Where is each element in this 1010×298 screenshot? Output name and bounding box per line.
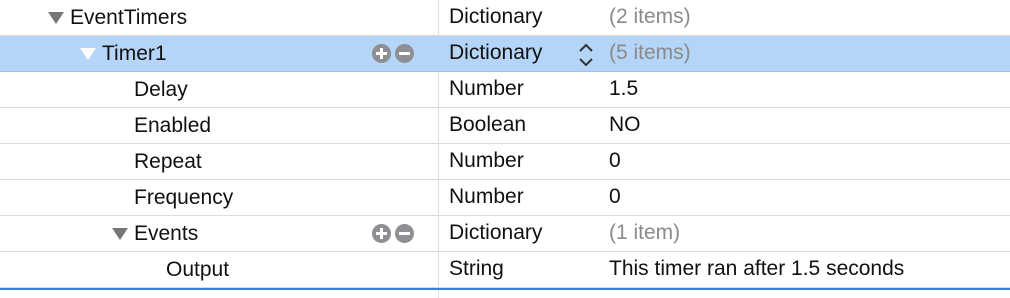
disclosure-triangle-icon[interactable] <box>112 228 128 240</box>
row-key: Enabled <box>134 114 212 137</box>
row-type[interactable]: Boolean <box>449 108 526 144</box>
key-cell: Timer1 <box>80 36 167 72</box>
row-type[interactable]: Dictionary <box>449 0 542 36</box>
row-value: (1 item) <box>609 221 681 244</box>
row-type[interactable]: Dictionary <box>449 216 542 252</box>
plist-row-frequency[interactable]: Frequency Number 0 <box>0 180 1010 216</box>
row-value: (2 items) <box>609 5 691 28</box>
row-key: Delay <box>134 78 188 101</box>
row-key: Timer1 <box>102 42 167 65</box>
plist-row-delay[interactable]: Delay Number 1.5 <box>0 72 1010 108</box>
row-value: (5 items) <box>609 41 691 64</box>
row-key: Output <box>166 258 230 281</box>
row-key: Events <box>134 222 199 245</box>
row-type[interactable]: Dictionary <box>449 36 542 72</box>
row-type[interactable]: Number <box>449 72 524 108</box>
row-key: Repeat <box>134 150 202 173</box>
key-cell: Events <box>112 216 198 252</box>
minus-circle-icon[interactable] <box>395 44 414 63</box>
row-key: EventTimers <box>70 6 188 29</box>
plist-row-output[interactable]: Output String This timer ran after 1.5 s… <box>0 252 1010 288</box>
focus-divider <box>0 288 1010 290</box>
key-cell: EventTimers <box>48 0 187 36</box>
minus-circle-icon[interactable] <box>395 224 414 243</box>
plist-row-timer1[interactable]: Timer1 Dictionary (5 items) <box>0 36 1010 72</box>
plus-circle-icon[interactable] <box>372 224 391 243</box>
row-value[interactable]: NO <box>609 108 641 144</box>
row-buttons <box>372 44 414 63</box>
plist-row-events[interactable]: Events Dictionary (1 item) <box>0 216 1010 252</box>
row-value[interactable]: 0 <box>609 180 621 216</box>
row-type[interactable]: String <box>449 252 504 288</box>
plist-row-enabled[interactable]: Enabled Boolean NO <box>0 108 1010 144</box>
row-type[interactable]: Number <box>449 144 524 180</box>
disclosure-triangle-icon[interactable] <box>80 48 96 60</box>
row-type[interactable]: Number <box>449 180 524 216</box>
up-down-stepper-icon[interactable] <box>578 42 594 68</box>
row-value[interactable]: 0 <box>609 144 621 180</box>
plus-circle-icon[interactable] <box>372 44 391 63</box>
next-row-partial <box>0 288 1010 298</box>
row-buttons <box>372 224 414 243</box>
plist-editor: EventTimers Dictionary (2 items) Timer1 … <box>0 0 1010 298</box>
disclosure-triangle-icon[interactable] <box>48 12 64 24</box>
row-value[interactable]: This timer ran after 1.5 seconds <box>609 252 904 288</box>
row-key: Frequency <box>134 186 234 209</box>
plist-row-repeat[interactable]: Repeat Number 0 <box>0 144 1010 180</box>
row-value[interactable]: 1.5 <box>609 72 638 108</box>
plist-row-eventtimers[interactable]: EventTimers Dictionary (2 items) <box>0 0 1010 36</box>
